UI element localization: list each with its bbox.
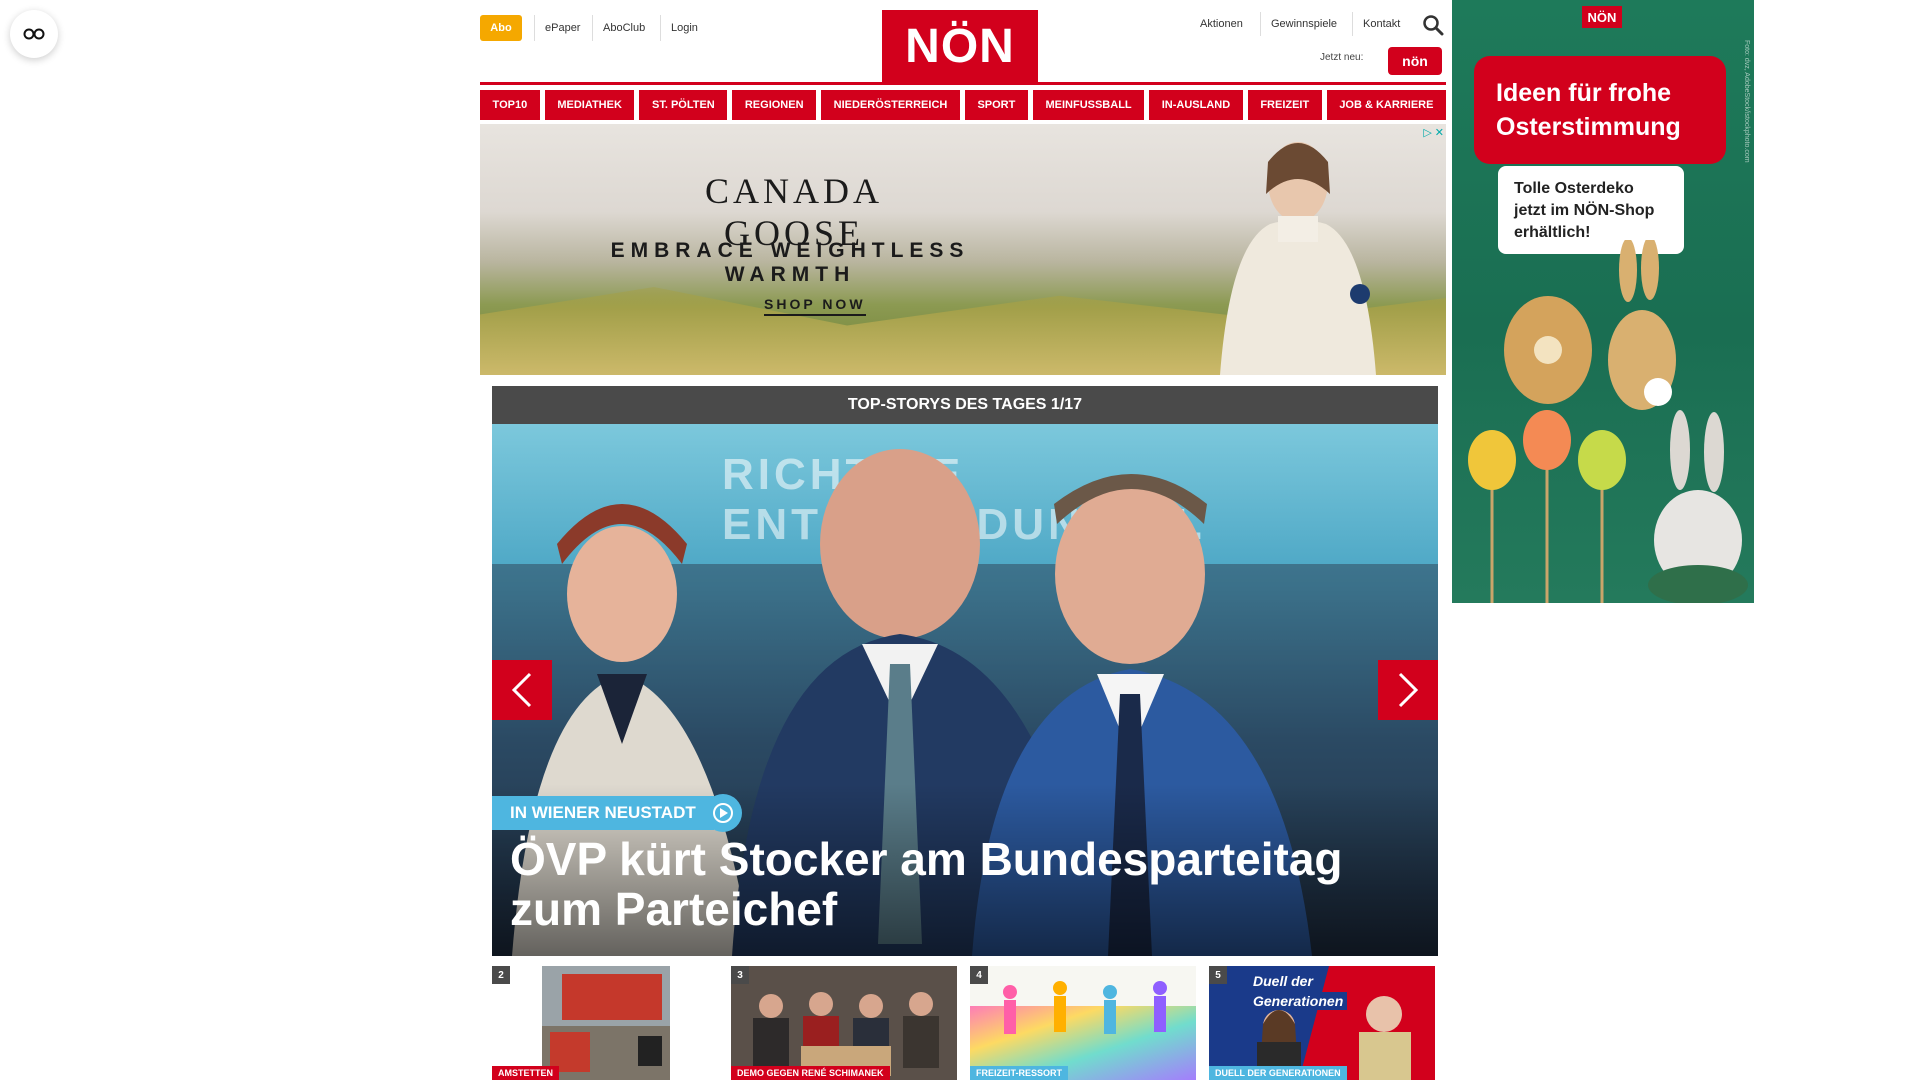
main-navigation: TOP10 MEDIATHEK ST. PÖLTEN REGIONEN NIED… bbox=[480, 90, 1446, 120]
side-ad-logo: NÖN bbox=[1582, 6, 1622, 28]
nav-item-sport[interactable]: SPORT bbox=[964, 90, 1028, 120]
close-icon[interactable]: ✕ bbox=[1435, 126, 1444, 139]
abo-button[interactable]: Abo bbox=[480, 15, 522, 41]
ad-banner[interactable]: CANADA GOOSE EMBRACE WEIGHTLESS WARMTH S… bbox=[480, 124, 1446, 375]
story-number: 5 bbox=[1209, 966, 1227, 984]
nav-item-meinfussball[interactable]: MEINFUSSBALL bbox=[1032, 90, 1145, 120]
nav-item-regionen[interactable]: REGIONEN bbox=[732, 90, 817, 120]
nav-item-niederoesterreich[interactable]: NIEDERÖSTERREICH bbox=[821, 90, 960, 120]
thumbnail-image bbox=[970, 966, 1196, 1080]
login-link[interactable]: Login bbox=[660, 15, 708, 41]
epaper-link[interactable]: ePaper bbox=[534, 15, 590, 41]
side-ad-credit: Foto: dvz, AdobeStock/istockphoto.com bbox=[1743, 40, 1750, 163]
ad-model-image bbox=[1220, 142, 1376, 375]
play-video-icon[interactable] bbox=[704, 794, 742, 832]
nav-item-job-karriere[interactable]: JOB & KARRIERE bbox=[1326, 90, 1446, 120]
nav-item-freizeit[interactable]: FREIZEIT bbox=[1247, 90, 1322, 120]
new-product-badge[interactable]: nön bbox=[1388, 47, 1442, 75]
story-tag: DEMO GEGEN RENÉ SCHIMANEK bbox=[731, 1066, 890, 1080]
story-number: 2 bbox=[492, 966, 510, 984]
glasses-icon bbox=[23, 28, 45, 40]
thumbnail-overlay-title: Duell der bbox=[1249, 972, 1317, 990]
thumbnail-overlay-subtitle: Generationen bbox=[1249, 992, 1348, 1010]
story-title[interactable]: ÖVP kürt Stocker am Bundesparteitag zum … bbox=[510, 834, 1420, 934]
thumbnail-image bbox=[731, 966, 957, 1080]
site-logo[interactable]: NÖN bbox=[882, 10, 1038, 83]
story-tag: AMSTETTEN bbox=[492, 1066, 559, 1080]
side-ad-banner[interactable]: NÖN Foto: dvz, AdobeStock/istockphoto.co… bbox=[1452, 0, 1754, 603]
search-icon[interactable] bbox=[1422, 14, 1444, 36]
thumbnail-image bbox=[542, 966, 670, 1080]
story-kicker: IN WIENER NEUSTADT bbox=[492, 796, 714, 830]
story-tag: FREIZEIT-RESSORT bbox=[970, 1066, 1069, 1080]
aktionen-link[interactable]: Aktionen bbox=[1190, 12, 1253, 36]
gewinnspiele-link[interactable]: Gewinnspiele bbox=[1260, 12, 1347, 36]
ad-shop-now-link[interactable]: SHOP NOW bbox=[764, 296, 866, 316]
chevron-right-icon bbox=[1398, 672, 1419, 708]
next-story-button[interactable] bbox=[1378, 660, 1438, 720]
story-thumbnail[interactable]: 3 DEMO GEGEN RENÉ SCHIMANEK bbox=[731, 966, 957, 1080]
top-story-hero[interactable]: RICHTIGE ENTSCHEIDUNGEN. IN WIENER NEUST… bbox=[492, 424, 1438, 956]
story-number: 4 bbox=[970, 966, 988, 984]
prev-story-button[interactable] bbox=[492, 660, 552, 720]
side-ad-headline: Ideen für frohe Osterstimmung bbox=[1474, 56, 1726, 164]
ad-tagline: EMBRACE WEIGHTLESS WARMTH bbox=[610, 239, 970, 286]
easter-decoration-image bbox=[1468, 240, 1748, 603]
jetzt-neu-label: Jetzt neu: bbox=[1320, 52, 1364, 63]
story-number: 3 bbox=[731, 966, 749, 984]
nav-item-in-ausland[interactable]: IN-AUSLAND bbox=[1149, 90, 1243, 120]
chevron-left-icon bbox=[511, 672, 532, 708]
top-stories-header: TOP-STORYS DES TAGES 1/17 bbox=[492, 386, 1438, 424]
kontakt-link[interactable]: Kontakt bbox=[1352, 12, 1410, 36]
thumbnail-image bbox=[1209, 966, 1435, 1080]
nav-item-mediathek[interactable]: MEDIATHEK bbox=[544, 90, 635, 120]
nav-item-top10[interactable]: TOP10 bbox=[480, 90, 540, 120]
aboclub-link[interactable]: AboClub bbox=[592, 15, 655, 41]
story-thumbnail[interactable]: 2 AMSTETTEN bbox=[492, 966, 718, 1080]
header-divider bbox=[480, 82, 1446, 85]
ad-choices-icon[interactable]: ▷ bbox=[1423, 126, 1431, 139]
ad-choices[interactable]: ▷ ✕ bbox=[1423, 126, 1444, 139]
reader-mode-button[interactable] bbox=[10, 10, 58, 58]
story-tag: DUELL DER GENERATIONEN bbox=[1209, 1066, 1347, 1080]
story-thumbnail[interactable]: 5 Duell der Generationen DUELL DER GENER… bbox=[1209, 966, 1435, 1080]
nav-item-st-poelten[interactable]: ST. PÖLTEN bbox=[639, 90, 728, 120]
story-thumbnail[interactable]: 4 FREIZEIT-RESSORT bbox=[970, 966, 1196, 1080]
